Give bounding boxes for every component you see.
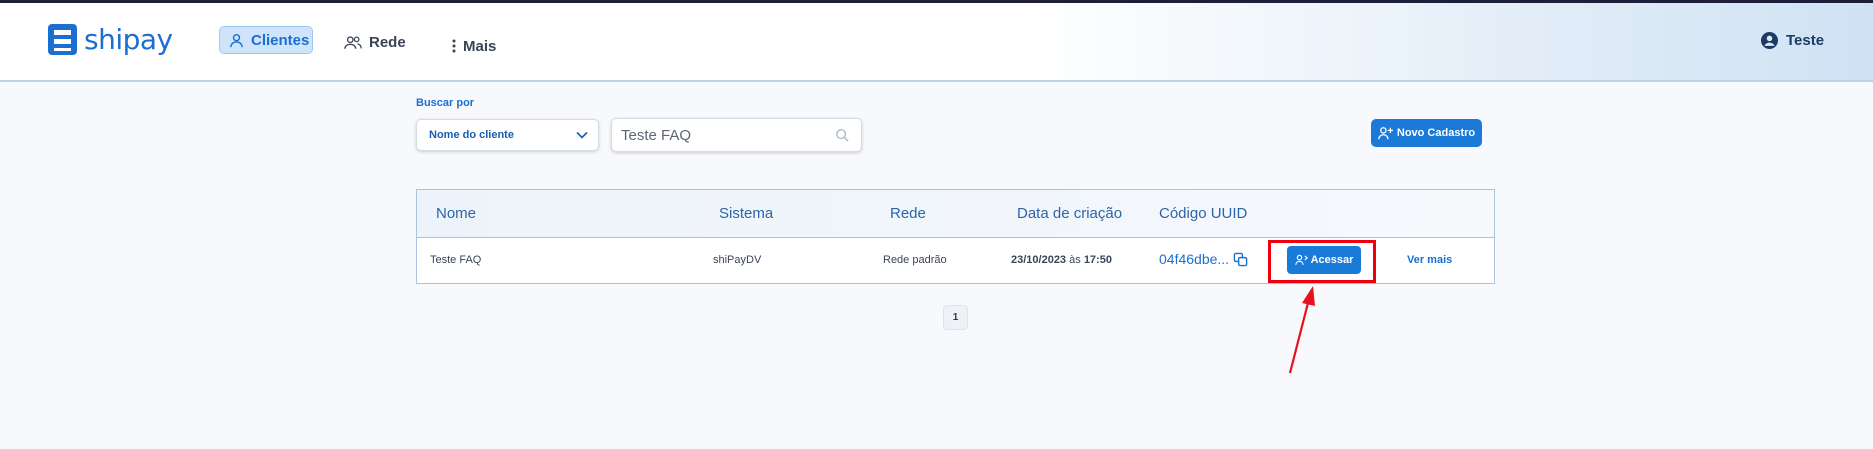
table-row: Teste FAQ shiPayDV Rede padrão 23/10/202… — [417, 238, 1494, 284]
brand-name: shipay — [84, 23, 173, 56]
nav-rede-label: Rede — [369, 33, 406, 51]
nav-mais-label: Mais — [463, 37, 497, 55]
account-circle-icon — [1761, 32, 1778, 49]
uuid-value: 04f46dbe... — [1159, 251, 1230, 267]
more-vertical-icon — [452, 39, 456, 53]
chevron-down-icon — [576, 131, 588, 139]
nav-clientes-label: Clientes — [251, 31, 310, 49]
see-more-link[interactable]: Ver mais — [1407, 254, 1452, 266]
search-field-select-value: Nome do cliente — [429, 129, 514, 141]
new-register-label: Novo Cadastro — [1396, 127, 1476, 139]
add-user-icon — [1378, 127, 1393, 140]
user-switch-icon — [1294, 254, 1308, 265]
cell-data: 23/10/2023 às 17:50 — [1011, 254, 1112, 266]
nav-mais[interactable]: Mais — [452, 32, 496, 60]
search-icon[interactable] — [835, 128, 849, 142]
col-header-uuid: Código UUID — [1159, 205, 1248, 222]
cell-data-time: 17:50 — [1083, 254, 1112, 266]
access-button-label: Acessar — [1310, 254, 1354, 266]
cell-data-date: 23/10/2023 — [1011, 254, 1067, 266]
user-menu[interactable]: Teste — [1761, 32, 1824, 49]
brand-logo[interactable]: shipay — [48, 23, 173, 56]
cell-data-sep: às — [1069, 254, 1081, 266]
col-header-rede: Rede — [890, 205, 926, 222]
col-header-sistema: Sistema — [719, 205, 774, 222]
search-box — [611, 118, 862, 152]
nav-rede[interactable]: Rede — [344, 28, 406, 56]
user-icon — [230, 33, 243, 47]
access-button[interactable]: Acessar — [1287, 246, 1361, 274]
search-field-select[interactable]: Nome do cliente — [416, 119, 599, 151]
nav-clientes[interactable]: Clientes — [219, 26, 313, 54]
search-input[interactable] — [621, 126, 821, 144]
col-header-nome: Nome — [436, 205, 477, 222]
cell-sistema: shiPayDV — [713, 254, 762, 266]
col-header-data: Data de criação — [1017, 205, 1123, 222]
table-header: Nome Sistema Rede Data de criação Código… — [417, 190, 1494, 238]
cell-uuid[interactable]: 04f46dbe... — [1159, 251, 1248, 267]
search-by-label: Buscar por — [416, 97, 475, 109]
new-register-button[interactable]: Novo Cadastro — [1371, 119, 1482, 147]
clients-table: Nome Sistema Rede Data de criação Código… — [416, 189, 1495, 284]
copy-icon[interactable] — [1233, 252, 1248, 267]
app-header: shipay Clientes Rede Mais Teste — [0, 3, 1873, 82]
cell-rede: Rede padrão — [883, 254, 947, 266]
shipay-logo-icon — [48, 24, 77, 55]
pagination-page-button[interactable]: 1 — [943, 305, 968, 330]
user-name: Teste — [1786, 32, 1825, 49]
cell-nome: Teste FAQ — [430, 254, 482, 266]
users-icon — [344, 35, 362, 49]
